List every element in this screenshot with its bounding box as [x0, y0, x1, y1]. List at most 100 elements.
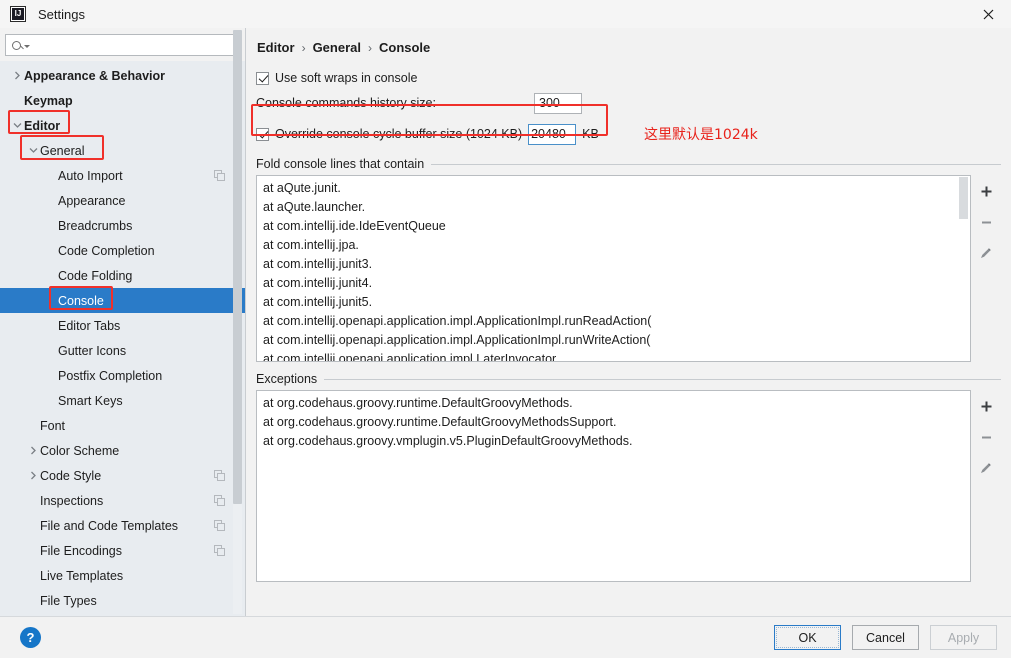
fold-console-list-item[interactable]: at aQute.launcher.: [257, 198, 970, 217]
sidebar-item-code-folding[interactable]: Code Folding: [0, 263, 245, 288]
sidebar-item-label: Code Style: [40, 468, 102, 483]
search-icon: [12, 40, 21, 50]
sidebar-item-inspections[interactable]: Inspections: [0, 488, 245, 513]
copy-settings-icon[interactable]: [214, 520, 225, 531]
sidebar-item-label: Gutter Icons: [58, 343, 127, 358]
exceptions-listbox[interactable]: at org.codehaus.groovy.runtime.DefaultGr…: [256, 390, 971, 582]
breadcrumb-general[interactable]: General: [313, 40, 361, 55]
add-fold-pattern-button[interactable]: [976, 181, 996, 201]
sidebar-item-file-types[interactable]: File Types: [0, 588, 245, 613]
sidebar-item-label: Postfix Completion: [58, 368, 163, 383]
edit-exception-pattern-button[interactable]: [976, 458, 996, 478]
override-buffer-unit: KB: [582, 127, 599, 141]
sidebar-item-gutter-icons[interactable]: Gutter Icons: [0, 338, 245, 363]
sidebar-item-code-completion[interactable]: Code Completion: [0, 238, 245, 263]
fold-console-list-item[interactable]: at com.intellij.ide.IdeEventQueue: [257, 217, 970, 236]
cancel-button[interactable]: Cancel: [852, 625, 919, 650]
chevron-right-icon[interactable]: [26, 471, 40, 480]
fold-console-list-item[interactable]: at com.intellij.openapi.application.impl…: [257, 350, 970, 361]
soft-wraps-row[interactable]: Use soft wraps in console: [256, 68, 1001, 88]
fold-console-list-item[interactable]: at com.intellij.openapi.application.impl…: [257, 312, 970, 331]
history-size-row: Console commands history size:: [256, 91, 1001, 115]
sidebar-item-label: Editor Tabs: [58, 318, 121, 333]
exceptions-list-item[interactable]: at org.codehaus.groovy.runtime.DefaultGr…: [257, 394, 970, 413]
sidebar-item-label: File Types: [40, 593, 97, 608]
sidebar-item-general[interactable]: General: [0, 138, 245, 163]
fold-console-list-item[interactable]: at com.intellij.junit5.: [257, 293, 970, 312]
chevron-down-icon[interactable]: [24, 45, 30, 48]
sidebar-item-keymap[interactable]: Keymap: [0, 88, 245, 113]
fold-console-header: Fold console lines that contain: [256, 157, 1001, 171]
override-buffer-input[interactable]: [528, 123, 577, 145]
sidebar-item-label: Font: [40, 418, 66, 433]
remove-exception-pattern-button[interactable]: [976, 427, 996, 447]
apply-button[interactable]: Apply: [930, 625, 997, 650]
sidebar-item-file-and-code-templates[interactable]: File and Code Templates: [0, 513, 245, 538]
sidebar-item-label: Code Folding: [58, 268, 133, 283]
copy-settings-icon[interactable]: [214, 545, 225, 556]
chevron-right-icon[interactable]: [26, 446, 40, 455]
settings-dialog: Settings Appearance & Behavior Keymap Edit…: [0, 0, 1011, 658]
breadcrumb-separator-1: ›: [301, 40, 306, 55]
search-box[interactable]: [5, 34, 241, 56]
fold-console-scrollbar[interactable]: [958, 177, 969, 360]
override-buffer-checkbox[interactable]: [256, 127, 269, 141]
fold-console-scrollbar-thumb[interactable]: [959, 177, 968, 219]
soft-wraps-label: Use soft wraps in console: [275, 71, 418, 85]
sidebar-item-label: Appearance: [58, 193, 126, 208]
remove-fold-pattern-button[interactable]: [976, 212, 996, 232]
plus-icon: [981, 401, 991, 411]
copy-settings-icon[interactable]: [214, 470, 225, 481]
sidebar-item-postfix-completion[interactable]: Postfix Completion: [0, 363, 245, 388]
sidebar-item-auto-import[interactable]: Auto Import: [0, 163, 245, 188]
close-button[interactable]: [965, 0, 1011, 28]
search-input[interactable]: [33, 38, 240, 52]
sidebar-item-live-templates[interactable]: Live Templates: [0, 563, 245, 588]
exceptions-list-item[interactable]: at org.codehaus.groovy.vmplugin.v5.Plugi…: [257, 432, 970, 451]
breadcrumb: Editor › General › Console: [257, 40, 1001, 55]
sidebar-item-code-style[interactable]: Code Style: [0, 463, 245, 488]
sidebar-scrollbar-thumb[interactable]: [233, 30, 242, 504]
sidebar-item-font[interactable]: Font: [0, 413, 245, 438]
exceptions-list-item[interactable]: at org.codehaus.groovy.runtime.DefaultGr…: [257, 413, 970, 432]
exceptions-title: Exceptions: [256, 372, 318, 386]
edit-fold-pattern-button[interactable]: [976, 243, 996, 263]
breadcrumb-console: Console: [378, 40, 431, 55]
ok-button[interactable]: OK: [774, 625, 841, 650]
fold-console-list-item[interactable]: at aQute.junit.: [257, 179, 970, 198]
sidebar-item-breadcrumbs[interactable]: Breadcrumbs: [0, 213, 245, 238]
sidebar-item-file-encodings[interactable]: File Encodings: [0, 538, 245, 563]
fold-console-listbox[interactable]: at aQute.junit. at aQute.launcher. at com.…: [256, 175, 971, 362]
fold-console-list-item[interactable]: at com.intellij.jpa.: [257, 236, 970, 255]
footer-buttons: OK Cancel Apply: [774, 625, 997, 650]
sidebar-item-label: Keymap: [24, 93, 73, 108]
sidebar-item-editor-tabs[interactable]: Editor Tabs: [0, 313, 245, 338]
sidebar-scrollbar[interactable]: [233, 30, 242, 614]
sidebar-item-label: Live Templates: [40, 568, 124, 583]
chevron-down-icon[interactable]: [10, 122, 24, 129]
soft-wraps-checkbox[interactable]: [256, 71, 269, 85]
history-size-input[interactable]: [534, 92, 582, 114]
add-exception-pattern-button[interactable]: [976, 396, 996, 416]
override-buffer-row: Override console cycle buffer size (1024…: [256, 121, 1001, 147]
chevron-right-icon[interactable]: [10, 71, 24, 80]
help-button[interactable]: ?: [20, 627, 41, 648]
fold-console-list-item[interactable]: at com.intellij.junit4.: [257, 274, 970, 293]
sidebar-item-appearance[interactable]: Appearance: [0, 188, 245, 213]
copy-settings-icon[interactable]: [214, 495, 225, 506]
sidebar-item-smart-keys[interactable]: Smart Keys: [0, 388, 245, 413]
override-buffer-label: Override console cycle buffer size (1024…: [275, 127, 523, 141]
dialog-footer: ? OK Cancel Apply: [0, 616, 1011, 658]
fold-console-list-item[interactable]: at com.intellij.junit3.: [257, 255, 970, 274]
sidebar-item-color-scheme[interactable]: Color Scheme: [0, 438, 245, 463]
window-title: Settings: [38, 6, 85, 22]
fold-console-list-area: at aQute.junit. at aQute.launcher. at com.…: [256, 175, 1001, 362]
fold-console-title: Fold console lines that contain: [256, 157, 425, 171]
breadcrumb-editor[interactable]: Editor: [257, 40, 295, 55]
fold-console-list-item[interactable]: at com.intellij.openapi.application.impl…: [257, 331, 970, 350]
copy-settings-icon[interactable]: [214, 170, 225, 181]
sidebar-item-appearance-behavior[interactable]: Appearance & Behavior: [0, 63, 245, 88]
sidebar-item-console[interactable]: Console: [0, 288, 245, 313]
sidebar-item-editor[interactable]: Editor: [0, 113, 245, 138]
chevron-down-icon[interactable]: [26, 147, 40, 154]
